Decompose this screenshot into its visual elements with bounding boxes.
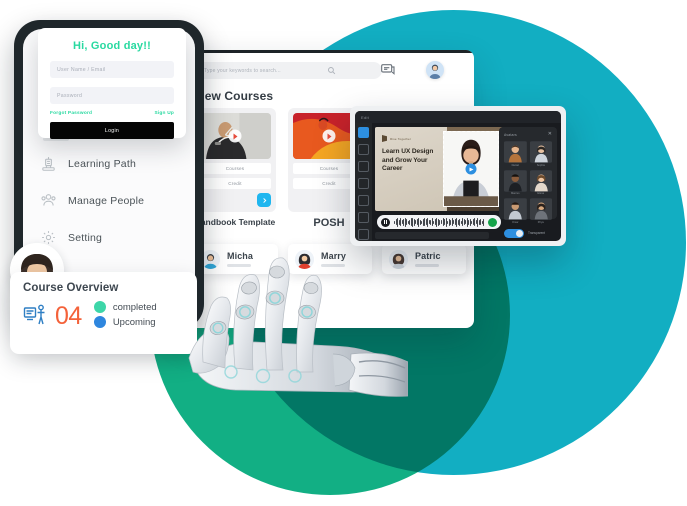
legend-label: completed <box>112 301 157 313</box>
chat-icon[interactable] <box>380 62 396 78</box>
manage-people-icon <box>40 192 57 209</box>
avatar-option[interactable]: Elena <box>529 169 552 195</box>
search-placeholder: Type your keywords to search... <box>204 67 281 74</box>
editor-tool-rail <box>355 123 372 241</box>
avatar-option[interactable]: Marcus <box>504 169 527 195</box>
legend-dot <box>93 301 106 313</box>
avatar-caption: Priya <box>537 220 544 224</box>
legend-label: Upcoming <box>112 316 156 328</box>
play-icon[interactable] <box>228 129 242 143</box>
slide-headline: Learn UX Design and Grow Your Career <box>382 148 434 173</box>
username-placeholder: User Name / Email <box>57 66 106 73</box>
presenter-video-layer[interactable] <box>443 131 499 207</box>
video-editor-window: Edit Rise Together Learn UX Design and G… <box>350 106 566 246</box>
course-overview-title: Course Overview <box>23 282 119 294</box>
brand-mark-icon <box>382 135 387 142</box>
person-name: Patric <box>415 251 441 262</box>
login-button[interactable]: Login <box>50 122 174 139</box>
play-icon[interactable] <box>465 163 477 175</box>
editor-canvas[interactable]: Rise Together Learn UX Design and Grow Y… <box>375 127 503 211</box>
avatar-option[interactable]: Sophia <box>529 141 552 167</box>
course-overview-card: Course Overview 04 completed Upcoming <box>10 272 197 354</box>
course-thumbnail <box>199 113 271 159</box>
sidebar-item-label: Learning Path <box>68 157 136 170</box>
login-button-label: Login <box>104 127 120 134</box>
toggle-switch[interactable] <box>504 228 524 238</box>
tool-icon-effects[interactable] <box>358 229 369 240</box>
sidebar: Learning Path Manage People Setting <box>23 125 195 256</box>
search-icon <box>289 66 374 75</box>
forgot-password-link[interactable]: Forgot Password <box>50 111 92 116</box>
person-meta-bar <box>415 264 439 267</box>
avatar-option[interactable]: Priya <box>529 198 552 224</box>
avatar-grid: Daniel Sophia Marcus Elena Omar Priya <box>504 141 552 224</box>
learning-path-icon <box>40 155 57 172</box>
tool-icon-audio[interactable] <box>358 195 369 206</box>
legend-item-completed: completed <box>93 301 157 313</box>
avatar[interactable] <box>426 61 444 79</box>
course-card-list: Courses Credit Handbook Template Courses… <box>194 108 370 231</box>
avatar-picker-panel: Avatars ✕ Daniel Sophia Marcus Elena Oma… <box>499 127 557 238</box>
course-meta-credit: Credit <box>199 178 271 189</box>
play-icon[interactable] <box>488 217 497 227</box>
tool-icon-select[interactable] <box>358 127 369 138</box>
avatar-option[interactable]: Daniel <box>504 141 527 167</box>
password-placeholder: Password <box>57 92 83 99</box>
play-icon[interactable] <box>322 129 336 143</box>
timeline-strip[interactable] <box>375 232 489 239</box>
avatar-caption: Elena <box>537 192 545 195</box>
close-icon[interactable]: ✕ <box>548 132 552 137</box>
waveform <box>394 217 485 227</box>
tool-icon-avatar[interactable] <box>358 212 369 223</box>
login-card: Hi, Good day!! User Name / Email Passwor… <box>38 28 186 139</box>
login-title: Hi, Good day!! <box>73 40 151 52</box>
sidebar-item-learning-path[interactable]: Learning Path <box>23 145 195 182</box>
editor-toolbar: Edit <box>355 111 561 123</box>
course-next-button[interactable] <box>257 193 271 207</box>
slide-brand: Rise Together <box>382 135 440 142</box>
password-field[interactable]: Password <box>50 87 174 104</box>
course-overview-legend: completed Upcoming <box>93 301 157 331</box>
audio-waveform-bar[interactable] <box>377 215 501 229</box>
toggle-label: Transparent <box>528 231 546 235</box>
course-meta-courses: Courses <box>199 163 271 174</box>
course-overview-count: 04 <box>55 301 82 330</box>
slide-brand-label: Rise Together <box>390 136 412 141</box>
panel-title: Avatars <box>504 132 517 137</box>
pause-icon[interactable] <box>381 217 390 227</box>
avatar-caption: Marcus <box>510 192 520 195</box>
editor-title: Edit <box>361 114 370 120</box>
search-input[interactable]: Type your keywords to search... <box>196 62 382 79</box>
robotic-hand-illustration <box>183 250 408 400</box>
sidebar-item-label: Setting <box>68 231 103 244</box>
slide-left-panel: Rise Together Learn UX Design and Grow Y… <box>375 127 447 211</box>
avatar-caption: Omar <box>512 220 519 224</box>
avatar-option[interactable]: Omar <box>504 198 527 224</box>
avatar-caption: Daniel <box>511 163 519 167</box>
dashboard-topbar <box>182 50 474 53</box>
sidebar-item-manage-people[interactable]: Manage People <box>23 182 195 219</box>
legend-item-upcoming: Upcoming <box>93 316 157 328</box>
transparent-toggle[interactable]: Transparent <box>504 228 552 238</box>
course-title: Handbook Template <box>194 217 276 227</box>
avatar-caption: Sophia <box>536 163 545 167</box>
sign-up-link[interactable]: Sign Up <box>154 111 174 116</box>
tool-icon-text[interactable] <box>358 144 369 155</box>
hero-composition: Type your keywords to search... New Cour… <box>0 0 687 506</box>
tool-icon-shape[interactable] <box>358 178 369 189</box>
legend-dot <box>93 316 106 328</box>
course-overview-icon <box>23 303 49 329</box>
page-title: New Courses <box>196 89 274 103</box>
course-card[interactable]: Courses Credit Handbook Template <box>194 108 276 231</box>
sidebar-item-label: Manage People <box>68 194 145 207</box>
tool-icon-image[interactable] <box>358 161 369 172</box>
username-field[interactable]: User Name / Email <box>50 61 174 78</box>
